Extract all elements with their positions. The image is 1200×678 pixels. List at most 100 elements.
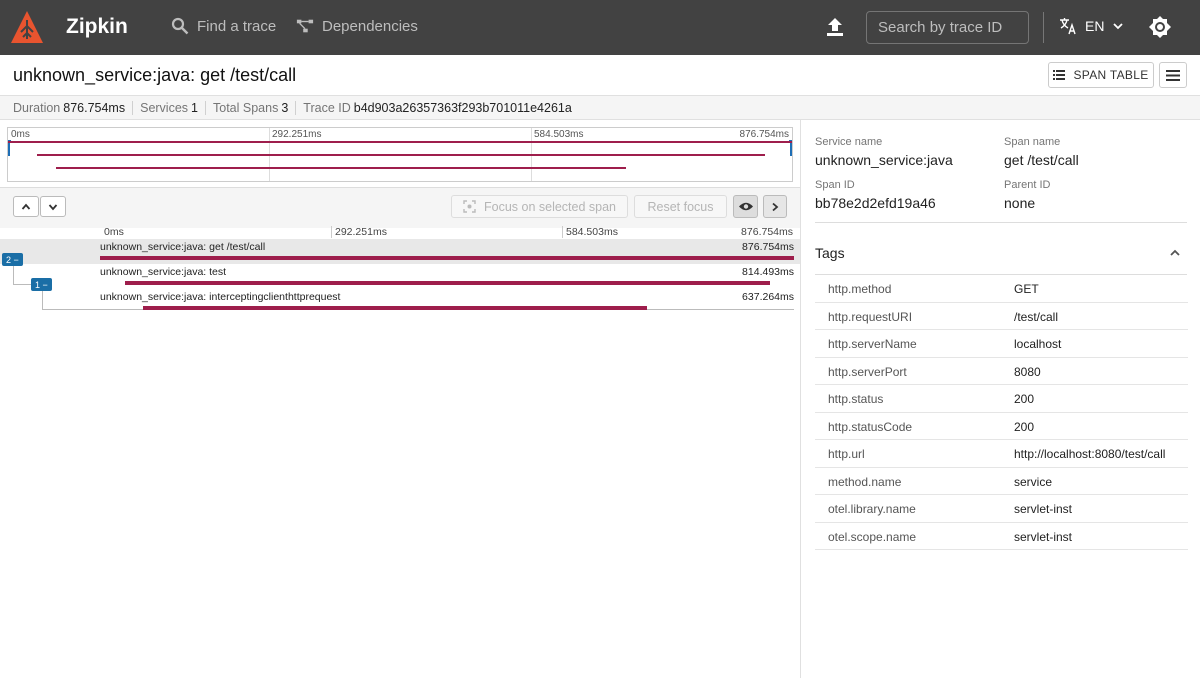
tag-row: http.method GET <box>815 275 1188 303</box>
summary-total-spans: Total Spans 3 <box>205 100 295 115</box>
span-bar <box>142 306 648 310</box>
nav-dependencies[interactable]: Dependencies <box>296 17 418 35</box>
toggle-visibility-button[interactable] <box>733 195 758 218</box>
focus-icon <box>463 200 476 213</box>
tag-key: http.requestURI <box>828 309 913 324</box>
trace-title: unknown_service:java: get /test/call <box>13 65 297 85</box>
summary-services-value: 1 <box>191 100 198 115</box>
span-duration: 876.754ms <box>742 241 794 253</box>
span-row[interactable]: unknown_service:java: get /test/call 876… <box>0 239 800 264</box>
span-duration: 637.264ms <box>742 291 794 303</box>
minimap-tick: 584.503ms <box>534 129 584 140</box>
span-id-value: bb78e2d2efd19a46 <box>815 195 936 211</box>
parent-id-value: none <box>1004 195 1036 211</box>
trace-minimap[interactable]: 0ms 292.251ms 584.503ms 876.754ms <box>7 127 793 182</box>
span-collapse-badge[interactable]: 1 − <box>31 278 52 291</box>
tag-value: service <box>1014 474 1053 489</box>
summary-trace-id: Trace ID b4d903a26357363f293b701011e4261a <box>295 100 579 115</box>
span-name-label: Span name <box>1004 136 1061 148</box>
divider <box>815 222 1187 223</box>
tag-row: http.statusCode 200 <box>815 413 1188 440</box>
app-bar: Zipkin Find a trace Dependencies EN <box>0 0 1200 55</box>
chevron-down-icon <box>48 203 58 210</box>
span-name: unknown_service:java: test <box>100 266 227 278</box>
nav-find-trace[interactable]: Find a trace <box>171 17 276 35</box>
tag-row: http.serverPort 8080 <box>815 358 1188 385</box>
trace-id-search-input[interactable] <box>866 11 1029 44</box>
tag-value: http://localhost:8080/test/call <box>1014 447 1166 461</box>
span-detail-pane: Service name unknown_service:java Span n… <box>800 120 1200 678</box>
upload-icon[interactable] <box>824 16 846 38</box>
minimap-tick: 0ms <box>11 129 30 140</box>
language-selector[interactable]: EN <box>1059 17 1124 35</box>
summary-spans-value: 3 <box>281 100 289 115</box>
span-name-value: get /test/call <box>1004 152 1079 168</box>
summary-services: Services 1 <box>132 100 205 115</box>
chevron-down-icon <box>1113 23 1124 30</box>
summary-duration-value: 876.754ms <box>63 100 126 115</box>
tag-key: http.status <box>828 392 884 406</box>
chevron-up-icon <box>21 203 31 210</box>
zipkin-logo-icon[interactable] <box>10 10 44 44</box>
span-collapse-badge[interactable]: 2 − <box>2 253 23 266</box>
trace-summary: Duration 876.754ms Services 1 Total Spans 3… <box>0 96 1200 120</box>
span-table-button[interactable]: SPAN TABLE <box>1048 62 1154 88</box>
next-span-button[interactable] <box>40 196 66 217</box>
timeline-gridline <box>562 226 563 238</box>
toggle-detail-button[interactable] <box>763 195 787 218</box>
tag-row: http.serverName localhost <box>815 330 1188 358</box>
span-duration: 814.493ms <box>742 266 794 278</box>
tag-value: servlet-inst <box>1014 502 1073 516</box>
tag-row: http.url http://localhost:8080/test/call <box>815 440 1188 468</box>
summary-spans-label: Total Spans <box>213 100 279 115</box>
timeline-tick: 0ms <box>104 226 124 238</box>
tag-row: http.requestURI/test/call <box>815 303 1188 330</box>
search-icon <box>171 17 189 35</box>
timeline-tick: 584.503ms <box>566 226 618 238</box>
tag-row: method.name service <box>815 468 1188 495</box>
divider <box>1043 12 1044 43</box>
translate-icon <box>1060 18 1076 35</box>
dependencies-icon <box>296 19 314 33</box>
tag-value: 8080 <box>1014 364 1041 379</box>
list-icon <box>1053 70 1066 80</box>
tag-key: http.url <box>828 447 865 461</box>
theme-toggle-icon[interactable] <box>1149 16 1171 38</box>
span-row[interactable]: unknown_service:java: test 814.493ms <box>0 264 800 289</box>
nav-dependencies-label: Dependencies <box>322 17 418 35</box>
minimap-tick: 876.754ms <box>739 129 789 140</box>
span-name: unknown_service:java: interceptingclient… <box>100 291 341 303</box>
menu-button[interactable] <box>1159 62 1187 88</box>
timeline-gridline <box>331 226 332 238</box>
focus-label: Focus on selected span <box>483 199 617 214</box>
tag-key: http.serverPort <box>828 364 907 379</box>
previous-span-button[interactable] <box>13 196 39 217</box>
menu-icon <box>1166 69 1180 81</box>
service-name-value: unknown_service:java <box>815 152 953 168</box>
tag-key: http.method <box>828 282 892 296</box>
brand-title[interactable]: Zipkin <box>66 15 128 39</box>
tag-value: 200 <box>1014 392 1035 406</box>
tag-value: servlet-inst <box>1014 529 1073 544</box>
span-row[interactable]: unknown_service:java: interceptingclient… <box>0 289 800 314</box>
span-table-label: SPAN TABLE <box>1073 68 1149 82</box>
tags-title[interactable]: Tags <box>815 245 845 261</box>
reset-focus-button[interactable]: Reset focus <box>634 195 727 218</box>
tag-value: localhost <box>1014 337 1062 351</box>
tag-key: http.statusCode <box>828 419 913 434</box>
minimap-span-bar <box>8 141 792 143</box>
tag-key: http.serverName <box>828 337 917 351</box>
span-bar <box>100 256 794 260</box>
focus-selected-span-button[interactable]: Focus on selected span <box>451 195 628 218</box>
minimap-span-bar <box>36 154 765 156</box>
timeline-tick: 292.251ms <box>335 226 387 238</box>
tag-value: 200 <box>1014 419 1035 434</box>
tag-row: http.status 200 <box>815 385 1188 413</box>
summary-traceid-value: b4d903a26357363f293b701011e4261a <box>353 100 572 115</box>
span-bar <box>125 281 771 285</box>
tag-key: otel.scope.name <box>828 529 917 544</box>
chevron-up-icon[interactable] <box>1168 246 1182 260</box>
minimap-tick: 292.251ms <box>272 129 322 140</box>
summary-services-label: Services <box>140 100 189 115</box>
nav-find-trace-label: Find a trace <box>197 17 277 35</box>
